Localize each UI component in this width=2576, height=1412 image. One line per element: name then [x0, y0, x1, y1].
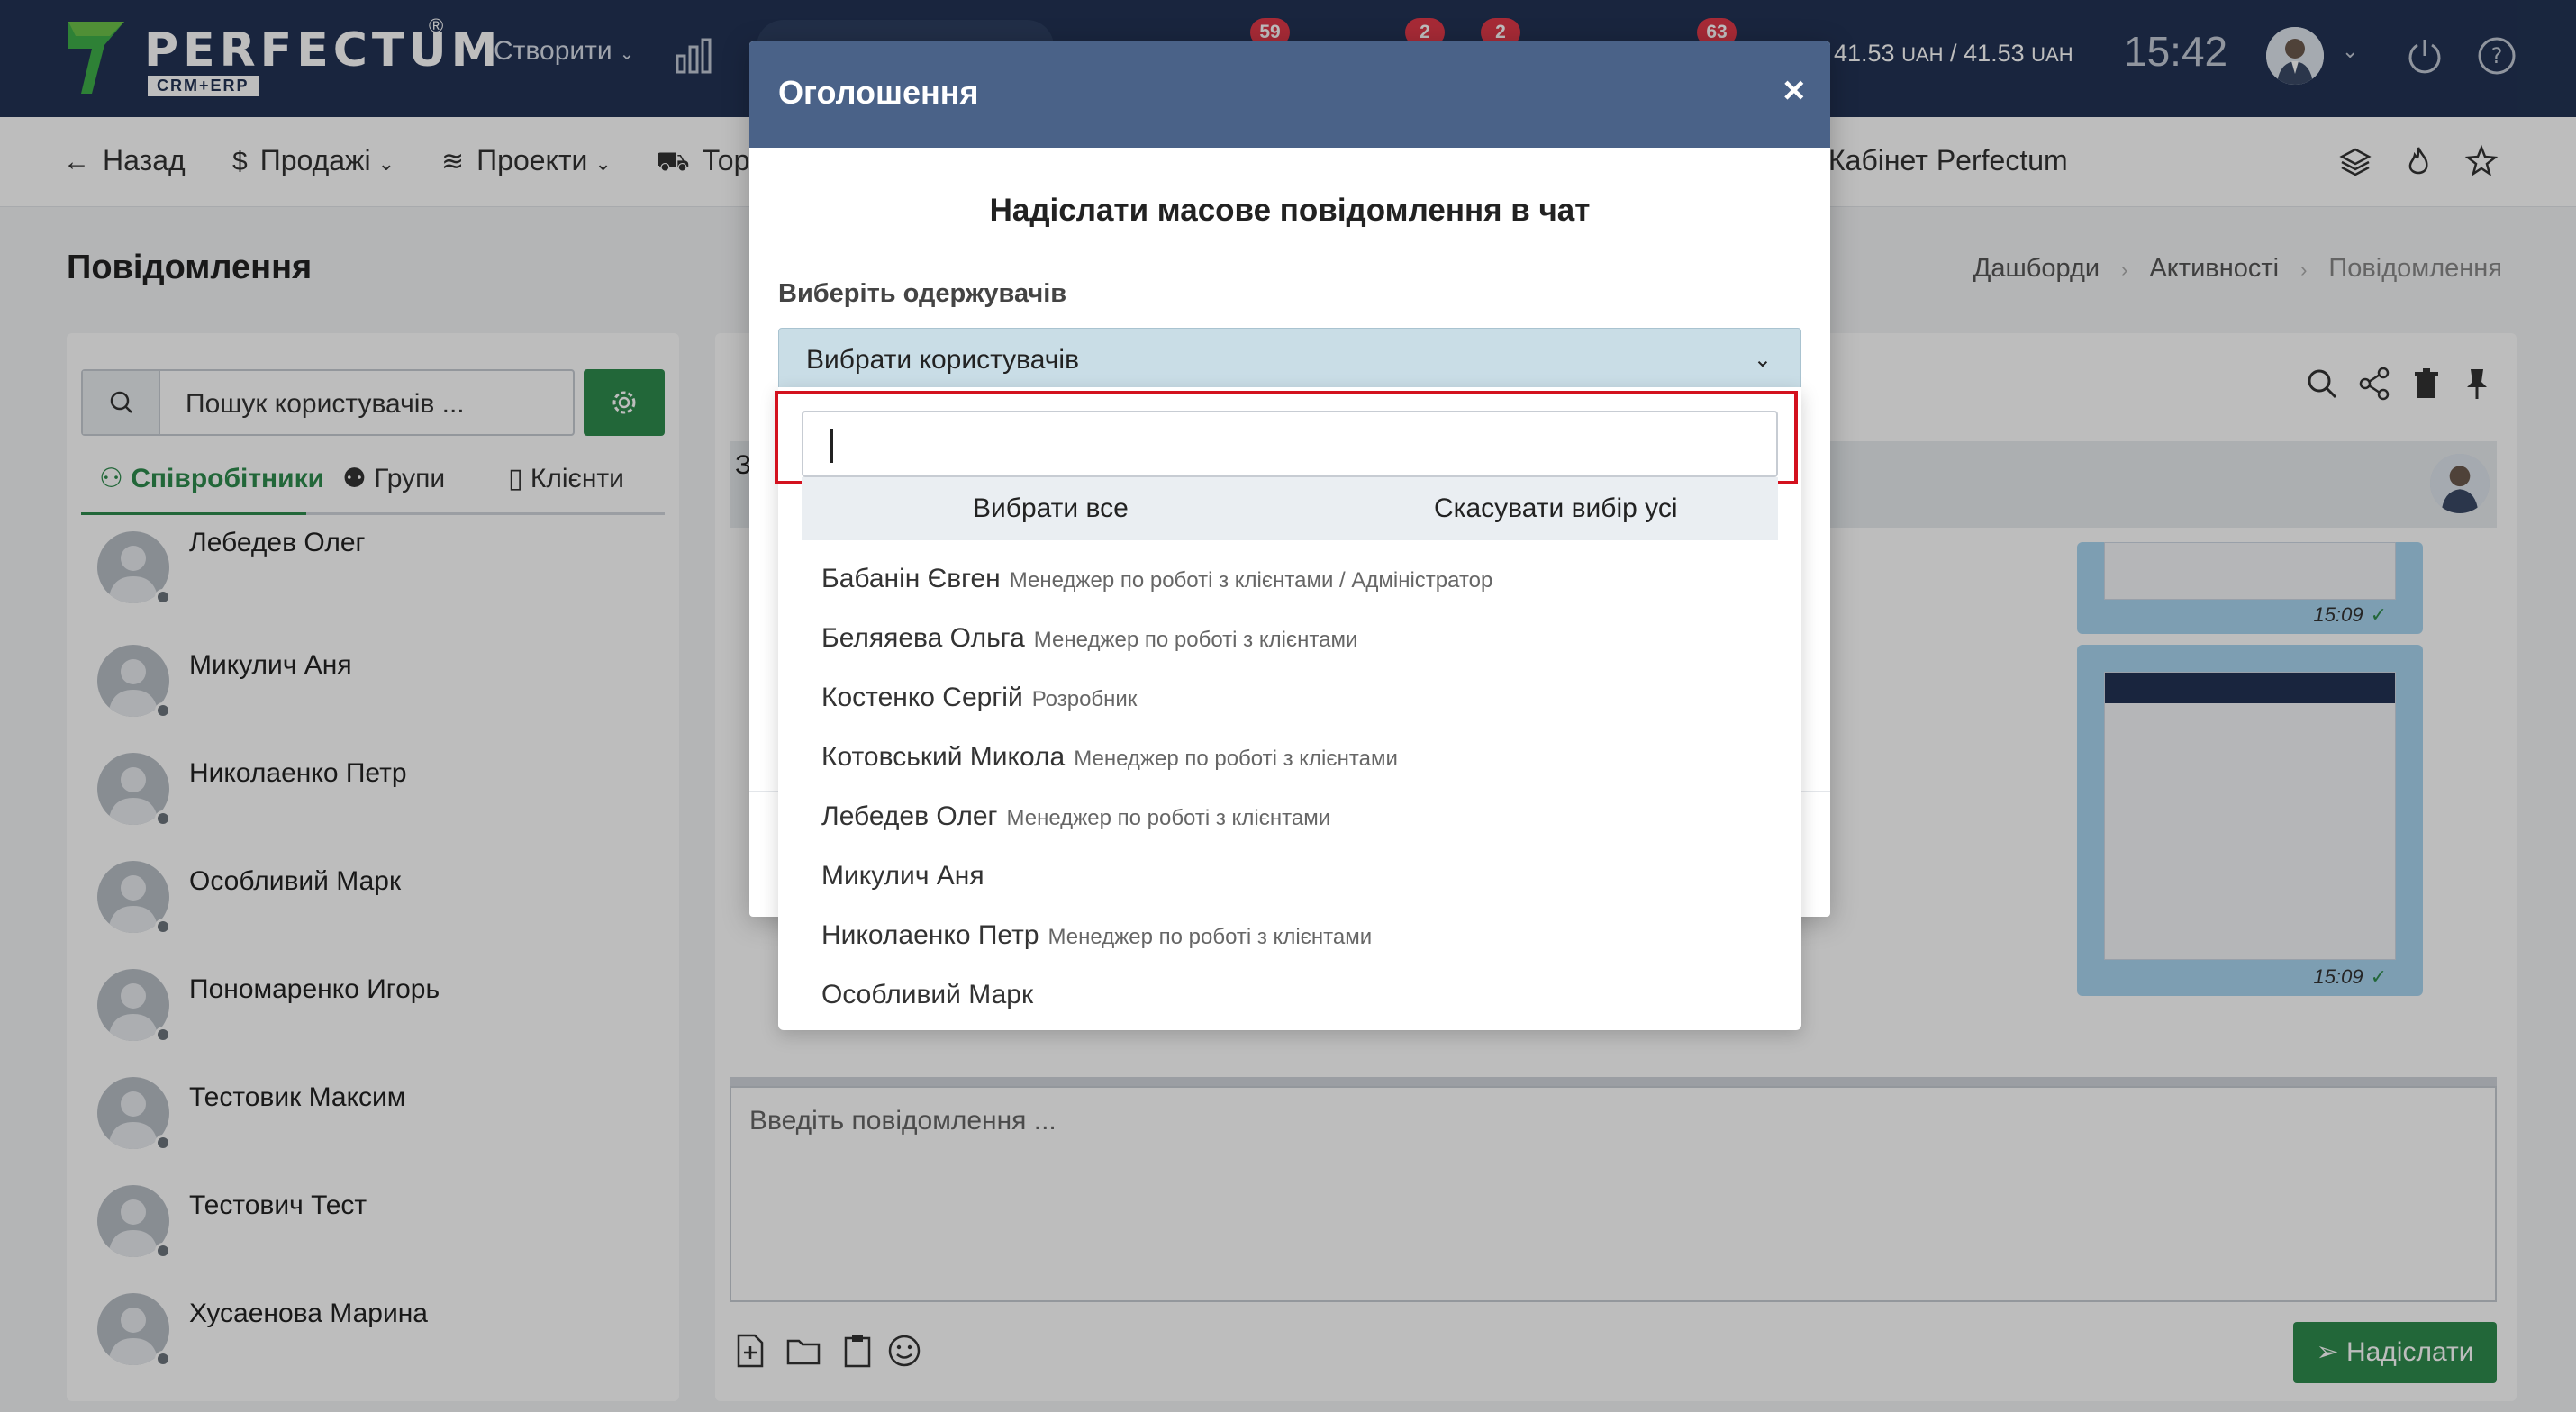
option-name: Николаенко Петр	[821, 920, 1039, 950]
option-role: Менеджер по роботі з клієнтами / Адмініс…	[1009, 568, 1493, 593]
option-name: Лебедев Олег	[821, 801, 998, 831]
dropdown-option[interactable]: Бабанін Євген Менеджер по роботі з клієнт…	[821, 564, 1492, 594]
modal-header: Оголошення ×	[749, 41, 1830, 148]
recipients-dropdown: Вибрати все Скасувати вибір усі Бабанін …	[775, 387, 1801, 1030]
modal-title: Оголошення	[778, 74, 979, 111]
option-role: Розробник	[1031, 687, 1138, 711]
highlight-annotation	[775, 391, 1798, 484]
dropdown-option[interactable]: Николаенко Петр Менеджер по роботі з кліє…	[821, 920, 1372, 951]
option-name: Котовський Микола	[821, 742, 1066, 772]
select-all-button[interactable]: Вибрати все	[973, 493, 1129, 524]
option-name: Беляяева Ольга	[821, 623, 1025, 653]
recipients-select[interactable]: Вибрати користувачів ⌄	[778, 328, 1801, 394]
dropdown-option[interactable]: Микулич Аня	[821, 861, 993, 892]
option-name: Микулич Аня	[821, 861, 984, 891]
option-role: Менеджер по роботі з клієнтами	[1074, 747, 1398, 771]
option-role: Менеджер по роботі з клієнтами	[1006, 806, 1331, 830]
modal-heading: Надіслати масове повідомлення в чат	[989, 193, 1591, 228]
deselect-all-button[interactable]: Скасувати вибір усі	[1434, 493, 1677, 524]
dropdown-option[interactable]: Костенко Сергій Розробник	[821, 683, 1137, 713]
option-name: Бабанін Євген	[821, 564, 1001, 593]
option-name: Особливий Марк	[821, 980, 1034, 1009]
option-role: Менеджер по роботі з клієнтами	[1048, 925, 1373, 949]
recipients-select-value: Вибрати користувачів	[806, 345, 1080, 375]
option-role: Менеджер по роботі з клієнтами	[1033, 628, 1358, 652]
chevron-down-icon: ⌄	[1753, 348, 1772, 372]
dropdown-actions: Вибрати все Скасувати вибір усі	[802, 477, 1778, 540]
close-icon[interactable]: ×	[1782, 68, 1805, 112]
recipients-label: Виберіть одержувачів	[778, 279, 1067, 308]
dropdown-option[interactable]: Котовський Микола Менеджер по роботі з кл…	[821, 742, 1398, 773]
dropdown-option[interactable]: Лебедев Олег Менеджер по роботі з клієнта…	[821, 801, 1330, 832]
option-name: Костенко Сергій	[821, 683, 1023, 712]
dropdown-option[interactable]: Особливий Марк	[821, 980, 1042, 1010]
dropdown-option[interactable]: Беляяева Ольга Менеджер по роботі з клієн…	[821, 623, 1357, 654]
